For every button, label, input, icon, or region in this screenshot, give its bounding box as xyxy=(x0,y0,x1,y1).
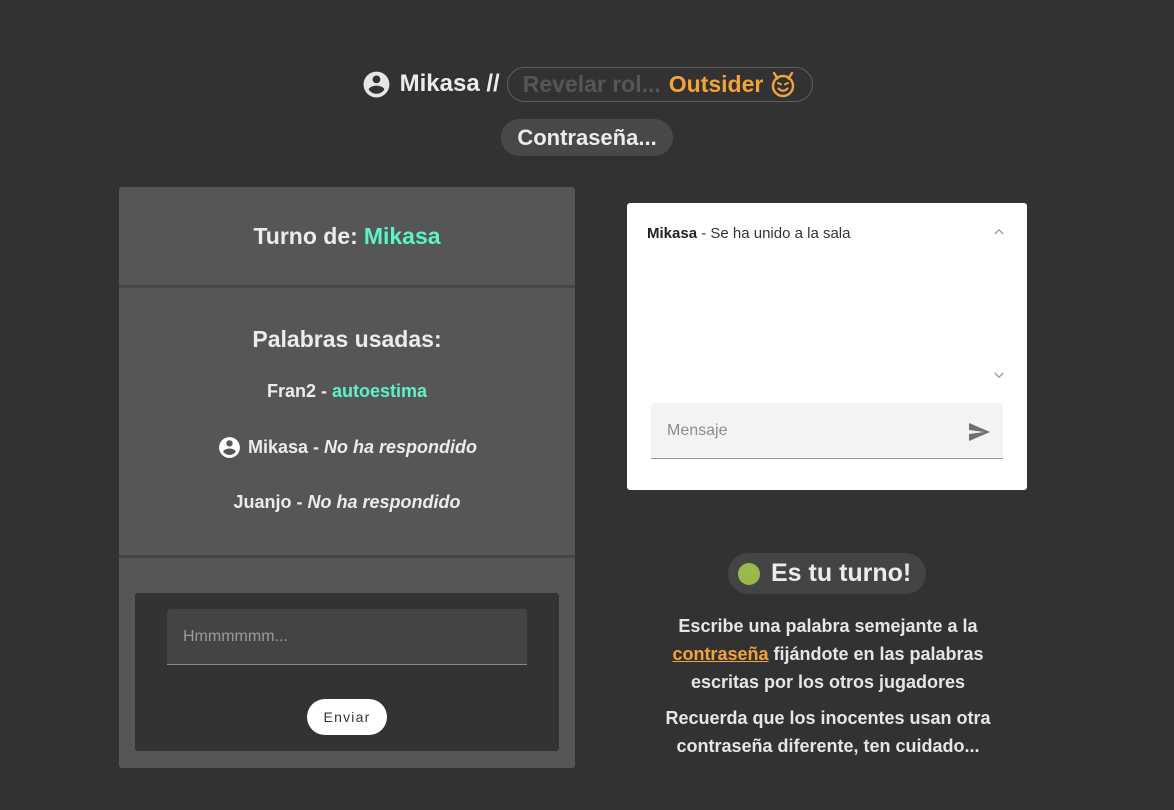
password-button[interactable]: Contraseña... xyxy=(501,119,673,156)
used-words-section: Palabras usadas: Fran2 - autoestima Mika… xyxy=(119,288,575,558)
chat-message-user: Mikasa xyxy=(647,225,698,242)
turn-indicator: Turno de: Mikasa xyxy=(119,187,575,288)
reveal-role-button[interactable]: Revelar rol... Outsider xyxy=(506,66,814,102)
word-player-name: Juanjo - xyxy=(233,492,303,512)
turn-status-badge: Es tu turno! xyxy=(728,553,926,594)
word-player-name: Mikasa - xyxy=(247,437,320,457)
chat-message-text: - Se ha unido a la sala xyxy=(697,225,851,242)
chat-input-field xyxy=(651,403,1003,459)
chat-panel: Mikasa - Se ha unido a la sala xyxy=(627,203,1027,490)
game-page: Mikasa // Revelar rol... Outsider Contra… xyxy=(0,0,1174,810)
used-words-title: Palabras usadas: xyxy=(252,326,442,352)
game-panel: Turno de: Mikasa Palabras usadas: Fran2 … xyxy=(119,187,575,768)
smiling-devil-icon xyxy=(769,70,797,98)
word-input[interactable] xyxy=(167,609,527,665)
used-word-row: Fran2 - autoestima xyxy=(119,381,575,402)
instructions-part1: Escribe una palabra semejante a la xyxy=(678,616,978,636)
turn-player-name: Mikasa xyxy=(363,222,441,249)
word-pending-status: No ha respondido xyxy=(307,492,461,512)
word-player-name: Fran2 - xyxy=(266,381,327,401)
header: Mikasa // Revelar rol... Outsider xyxy=(0,66,1174,102)
used-word-row: Juanjo - No ha respondido xyxy=(119,492,575,513)
turn-label: Turno de: xyxy=(253,222,358,249)
warning-text: Recuerda que los inocentes usan otra con… xyxy=(665,708,991,756)
chat-log: Mikasa - Se ha unido a la sala xyxy=(647,225,987,242)
account-circle-icon xyxy=(217,435,242,460)
send-icon[interactable] xyxy=(967,420,991,444)
password-link[interactable]: contraseña xyxy=(672,644,768,664)
chat-message-input[interactable] xyxy=(651,403,951,458)
turn-status-text: Es tu turno! xyxy=(771,559,912,587)
chat-message: Mikasa - Se ha unido a la sala xyxy=(647,225,987,242)
send-word-button[interactable]: Enviar xyxy=(307,699,387,735)
word-form: Enviar xyxy=(135,593,559,751)
status-dot xyxy=(738,562,760,585)
account-circle-icon xyxy=(361,69,392,100)
used-word-row: Mikasa - No ha respondido xyxy=(119,435,575,460)
chevron-down-icon[interactable] xyxy=(991,369,1007,381)
reveal-role-label: Revelar rol... xyxy=(522,70,661,97)
role-label: Outsider xyxy=(668,70,764,97)
current-user-name: Mikasa // xyxy=(399,70,500,97)
chevron-up-icon[interactable] xyxy=(991,225,1007,237)
word-answer: autoestima xyxy=(331,381,428,401)
word-pending-status: No ha respondido xyxy=(324,437,478,457)
instructions-text: Escribe una palabra semejante a la contr… xyxy=(647,612,1009,696)
